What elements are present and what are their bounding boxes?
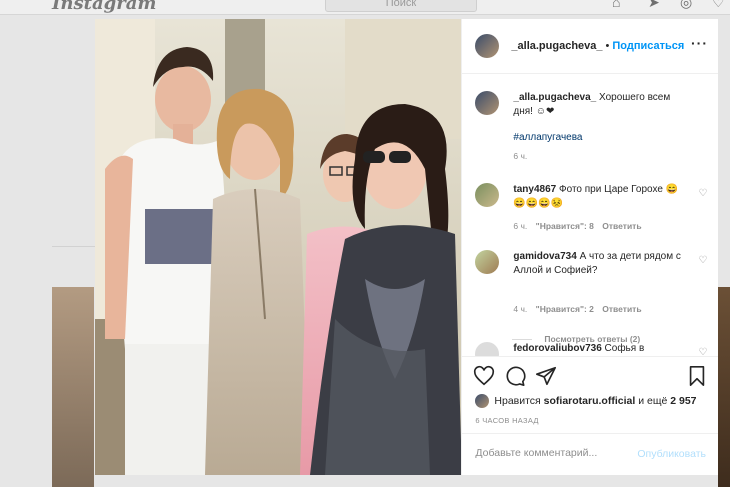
post-timestamp[interactable]: 6 ЧАСОВ НАЗАД: [475, 416, 538, 425]
author-avatar[interactable]: [475, 34, 500, 58]
caption-time: 6 ч.: [513, 151, 528, 161]
comment-time: 4 ч.: [513, 304, 528, 314]
post-caption: _alla.pugacheva_ Хорошего всем дня! ☺❤ #…: [475, 91, 703, 171]
comment-username[interactable]: fedorovaliubov736: [513, 343, 601, 354]
comment-item: fedorovaliubov736 Софья в ♡: [475, 342, 707, 356]
background-thumbnail: [52, 287, 94, 487]
post-modal: _alla.pugacheva_ • Подписаться ··· _alla…: [95, 19, 718, 475]
post-photo: [95, 19, 462, 475]
comments-list[interactable]: _alla.pugacheva_ Хорошего всем дня! ☺❤ #…: [462, 74, 718, 356]
activity-icon: ♡: [712, 0, 725, 10]
follow-button[interactable]: Подписаться: [612, 40, 684, 52]
liked-by-username[interactable]: sofiarotaru.official: [544, 395, 636, 407]
caption-hashtag[interactable]: #аллапугачева: [513, 131, 689, 145]
comment-item: gamidova734 А что за дети рядом с Аллой …: [475, 250, 707, 314]
share-paper-plane-icon[interactable]: [535, 365, 557, 387]
direct-icon: ➤: [648, 0, 660, 10]
add-comment-input[interactable]: [475, 447, 626, 459]
like-comment-heart-icon[interactable]: ♡: [698, 188, 707, 199]
post-photo-image: [95, 19, 462, 475]
commenter-avatar[interactable]: [475, 342, 500, 356]
caption-text-block: _alla.pugacheva_ Хорошего всем дня! ☺❤ #…: [513, 91, 689, 145]
comment-text-block: fedorovaliubov736 Софья в: [513, 342, 689, 356]
liked-by-prefix: Нравится: [494, 395, 541, 407]
post-side-panel: _alla.pugacheva_ • Подписаться ··· _alla…: [461, 19, 718, 475]
liked-by-count[interactable]: 2 957: [670, 395, 696, 407]
comment-bubble-icon[interactable]: [504, 365, 526, 387]
reply-button[interactable]: Ответить: [602, 304, 641, 314]
comment-meta: 4 ч. "Нравится": 2 Ответить: [513, 304, 641, 314]
comment-likes[interactable]: "Нравится": 8: [536, 221, 594, 231]
comment-likes[interactable]: "Нравится": 2: [536, 304, 594, 314]
background-top-bar: Instagram Поиск ⌂ ➤ ◎ ♡: [0, 0, 730, 15]
comment-meta: 6 ч. "Нравится": 8 Ответить: [513, 221, 641, 231]
separator-dot: •: [605, 40, 610, 52]
like-comment-heart-icon[interactable]: ♡: [698, 347, 707, 356]
more-options-icon[interactable]: ···: [691, 35, 708, 51]
caption-username[interactable]: _alla.pugacheva_: [513, 92, 596, 103]
liked-by-line: Нравится sofiarotaru.official и ещё 2 95…: [475, 394, 697, 408]
comment-item: tany4867 Фото при Царе Горохе 😄😄😄😄😣 ♡ 6 …: [475, 183, 707, 243]
liked-by-and: и ещё: [638, 395, 668, 407]
explore-icon: ◎: [680, 0, 693, 10]
author-username[interactable]: _alla.pugacheva_: [511, 40, 602, 52]
background-search-input: Поиск: [325, 0, 477, 12]
comment-time: 6 ч.: [513, 221, 528, 231]
comment-username[interactable]: tany4867: [513, 184, 556, 195]
comment-text-block: gamidova734 А что за дети рядом с Аллой …: [513, 250, 689, 278]
add-comment-bar: Опубликовать: [462, 433, 718, 476]
replies-line: [512, 339, 533, 341]
comment-text: Софья в: [604, 343, 645, 354]
background-thumbnail: [718, 287, 730, 487]
commenter-avatar[interactable]: [475, 250, 500, 274]
home-icon: ⌂: [612, 0, 621, 10]
comment-text-block: tany4867 Фото при Царе Горохе 😄😄😄😄😣: [513, 183, 689, 211]
reply-button[interactable]: Ответить: [602, 221, 641, 231]
liker-avatar[interactable]: [475, 394, 490, 408]
publish-button[interactable]: Опубликовать: [637, 448, 706, 460]
like-comment-heart-icon[interactable]: ♡: [698, 255, 707, 266]
commenter-avatar[interactable]: [475, 183, 500, 207]
author-avatar[interactable]: [475, 91, 500, 115]
like-heart-icon[interactable]: [473, 365, 495, 387]
save-bookmark-icon[interactable]: [686, 365, 708, 387]
comment-username[interactable]: gamidova734: [513, 251, 576, 262]
instagram-logo: Instagram: [52, 0, 157, 14]
post-header: _alla.pugacheva_ • Подписаться ···: [462, 19, 718, 74]
